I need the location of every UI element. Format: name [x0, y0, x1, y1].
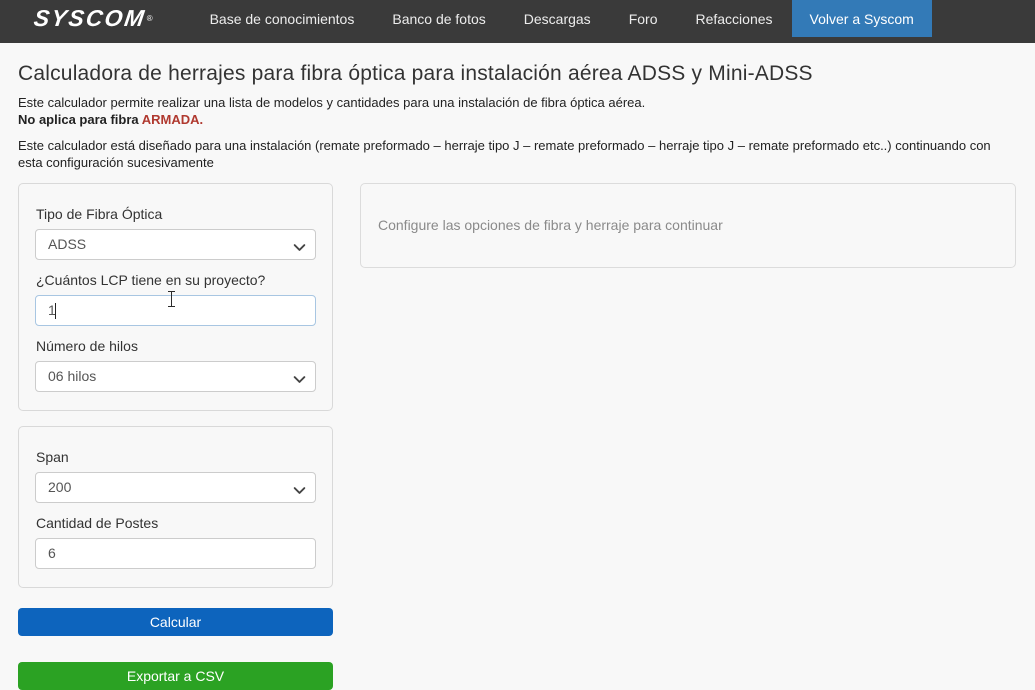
description-text: Este calculador está diseñado para una i…: [18, 138, 1016, 172]
page-title: Calculadora de herrajes para fibra óptic…: [18, 62, 1016, 86]
hilos-group: 06 hilos: [35, 361, 316, 392]
span-options-panel: Span 200 Cantidad de Postes: [18, 426, 333, 588]
hilos-select[interactable]: 06 hilos: [35, 361, 316, 392]
mouse-cursor-ibeam: [171, 292, 172, 306]
lcp-count-group: [35, 295, 316, 326]
span-group: 200: [35, 472, 316, 503]
nav-item-descargas[interactable]: Descargas: [505, 0, 610, 37]
fiber-options-panel: Tipo de Fibra Óptica ADSS ¿Cuántos LCP t…: [18, 183, 333, 411]
intro-text: Este calculador permite realizar una lis…: [18, 95, 1016, 112]
top-navbar: SYSCOM ® Base de conocimientos Banco de …: [0, 0, 1035, 43]
calculator-layout: Tipo de Fibra Óptica ADSS ¿Cuántos LCP t…: [18, 183, 1016, 690]
span-label: Span: [36, 449, 316, 465]
span-select[interactable]: 200: [35, 472, 316, 503]
nav-item-refacciones[interactable]: Refacciones: [676, 0, 791, 37]
nav-item-volver-a-syscom[interactable]: Volver a Syscom: [792, 0, 932, 37]
syscom-logo[interactable]: SYSCOM ®: [34, 0, 153, 37]
results-panel: Configure las opciones de fibra y herraj…: [360, 183, 1016, 268]
warning-prefix: No aplica para fibra: [18, 112, 142, 127]
fiber-type-select[interactable]: ADSS: [35, 229, 316, 260]
lcp-count-label: ¿Cuántos LCP tiene en su proyecto?: [36, 272, 316, 288]
fiber-type-group: ADSS: [35, 229, 316, 260]
warning-highlight: ARMADA.: [142, 112, 203, 127]
hilos-label: Número de hilos: [36, 338, 316, 354]
nav-item-base-de-conocimientos[interactable]: Base de conocimientos: [191, 0, 374, 37]
postes-label: Cantidad de Postes: [36, 515, 316, 531]
postes-input[interactable]: [35, 538, 316, 569]
form-column: Tipo de Fibra Óptica ADSS ¿Cuántos LCP t…: [18, 183, 333, 690]
warning-text: No aplica para fibra ARMADA.: [18, 112, 1016, 129]
lcp-count-input[interactable]: [35, 295, 316, 326]
results-placeholder-text: Configure las opciones de fibra y herraj…: [378, 217, 723, 233]
registered-trademark-icon: ®: [147, 14, 153, 24]
export-csv-button[interactable]: Exportar a CSV: [18, 662, 333, 690]
main-content: Calculadora de herrajes para fibra óptic…: [0, 62, 1035, 690]
postes-group: [35, 538, 316, 569]
nav-item-foro[interactable]: Foro: [610, 0, 677, 37]
text-caret: [55, 303, 56, 319]
calculate-button[interactable]: Calcular: [18, 608, 333, 636]
nav-item-banco-de-fotos[interactable]: Banco de fotos: [373, 0, 504, 37]
fiber-type-label: Tipo de Fibra Óptica: [36, 206, 316, 222]
syscom-logo-text: SYSCOM: [32, 5, 147, 32]
